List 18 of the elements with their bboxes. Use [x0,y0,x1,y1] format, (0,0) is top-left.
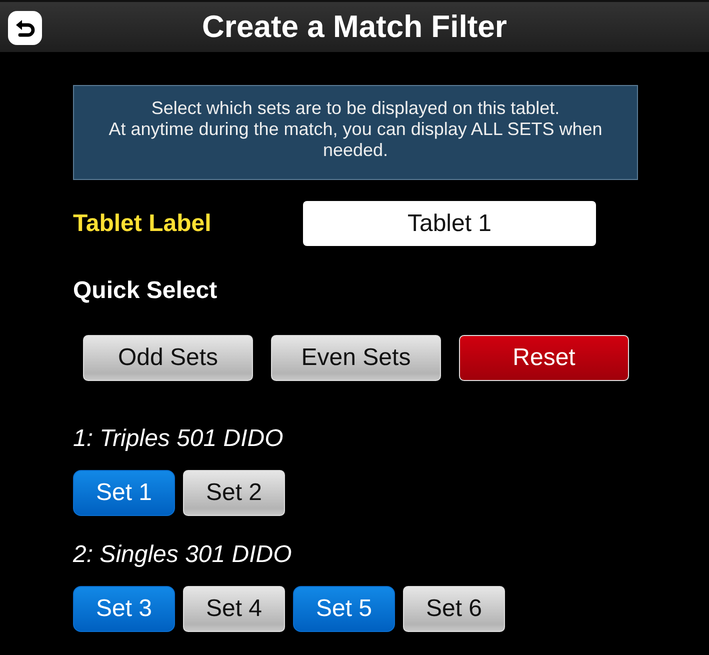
info-message: Select which sets are to be displayed on this tablet. At anytime during the match, you can display ALL SETS when needed. [73,85,638,180]
set-toggle-button[interactable]: Set 4 [183,586,285,632]
tablet-label-field[interactable]: Tablet 1 [303,201,596,246]
back-arrow-icon [14,18,36,38]
match-title: 2: Singles 301 DIDO [73,541,293,569]
set-toggle-button[interactable]: Set 1 [73,470,175,516]
quick-select-button[interactable]: Odd Sets [83,335,253,381]
set-toggle-button[interactable]: Set 3 [73,586,175,632]
tablet-label: Tablet Label [73,210,212,238]
set-toggle-button[interactable]: Set 6 [403,586,505,632]
set-toggle-button[interactable]: Set 2 [183,470,285,516]
back-button[interactable] [8,11,42,45]
page-title: Create a Match Filter [202,9,507,45]
quick-select-heading: Quick Select [73,277,218,305]
reset-button[interactable]: Reset [459,335,629,381]
match-title: 1: Triples 501 DIDO [73,425,284,453]
quick-select-button[interactable]: Even Sets [271,335,441,381]
set-toggle-button[interactable]: Set 5 [293,586,395,632]
